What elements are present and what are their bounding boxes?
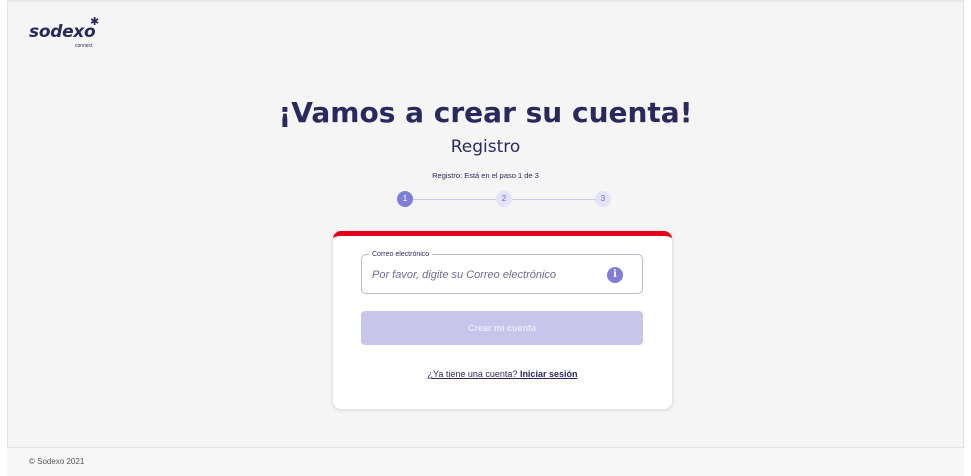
login-link[interactable]: ¿Ya tiene una cuenta? Iniciar sesión (428, 369, 578, 379)
stepper-connector (512, 199, 595, 200)
registration-card: Correo electrónico i Crear mi cuenta ¿Ya… (333, 231, 672, 409)
create-account-button[interactable]: Crear mi cuenta (361, 311, 643, 345)
step-2: 2 (496, 191, 512, 207)
page-subtitle: Registro (450, 137, 521, 157)
login-prompt: ¿Ya tiene una cuenta? Iniciar sesión (333, 369, 672, 379)
copyright-text: © Sodexo 2021 (29, 457, 85, 466)
info-icon[interactable]: i (607, 267, 623, 283)
email-field: Correo electrónico i (361, 250, 643, 294)
registration-stepper: 1 2 3 (397, 191, 611, 207)
star-icon: ✱ (90, 15, 100, 28)
login-prompt-text: ¿Ya tiene una cuenta? (427, 369, 518, 379)
email-field-label: Correo electrónico (369, 250, 433, 259)
page-title: ¡Vamos a crear su cuenta! (278, 96, 693, 129)
logo-subtext: connect (75, 43, 93, 49)
stepper-connector (413, 199, 496, 200)
logo-wordmark: sodexo (29, 22, 96, 42)
step-1: 1 (397, 191, 413, 207)
sodexo-logo[interactable]: sodexo ✱ connect (29, 15, 109, 49)
top-divider (7, 0, 964, 2)
login-link-text: Iniciar sesión (519, 369, 578, 379)
footer: © Sodexo 2021 (7, 447, 964, 476)
step-3: 3 (595, 191, 611, 207)
email-input[interactable] (372, 266, 597, 284)
step-status-text: Registro: Está en el paso 1 de 3 (432, 171, 539, 180)
